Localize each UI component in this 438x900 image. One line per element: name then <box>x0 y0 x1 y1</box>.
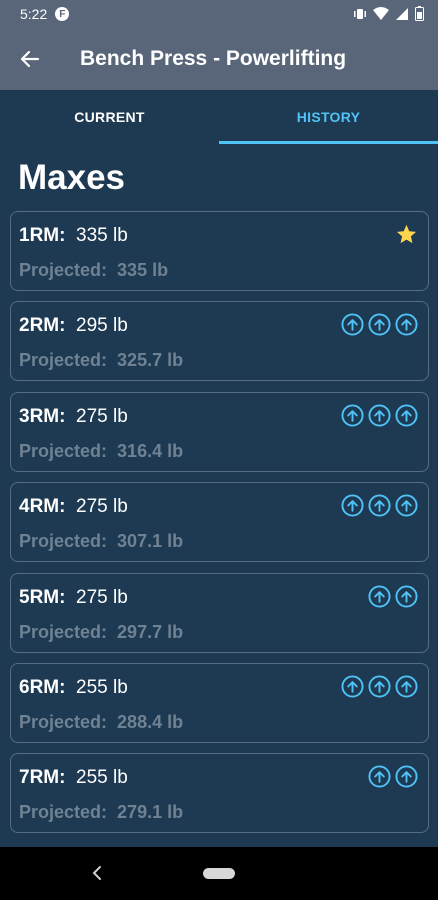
arrow-up-circle-icon <box>395 585 418 608</box>
arrow-up-circle-icon <box>395 494 418 517</box>
max-weight: 335 lb <box>76 225 128 246</box>
badges <box>341 313 418 336</box>
tab-current-label: CURRENT <box>74 109 145 125</box>
star-icon <box>396 224 417 244</box>
nav-home-pill[interactable] <box>203 868 235 879</box>
arrow-up-circle-icon <box>368 313 391 336</box>
projected-label: Projected: <box>19 711 108 732</box>
tab-history-label: HISTORY <box>296 109 361 125</box>
max-label: 2RM: <box>19 315 66 337</box>
max-label: 6RM: <box>19 676 66 698</box>
max-weight: 255 lb <box>76 676 128 698</box>
arrow-up-circle-icon <box>368 765 391 788</box>
projected-value: 307.1 lb <box>117 531 184 552</box>
status-time: 5:22 <box>20 6 48 22</box>
tab-active-indicator <box>219 141 438 144</box>
arrow-up-circle-icon <box>368 675 391 698</box>
max-label: 4RM: <box>19 496 66 518</box>
max-card-5rm[interactable]: 5RM: 275 lb Projected: 297.7 lb <box>10 572 429 653</box>
badges <box>341 675 418 698</box>
projected-value: 279.1 lb <box>117 802 184 823</box>
wifi-icon <box>373 6 389 20</box>
arrow-up-circle-icon <box>368 494 391 517</box>
max-card-2rm[interactable]: 2RM: 295 lb Projected: 325.7 lb <box>10 301 429 382</box>
max-weight: 275 lb <box>76 405 128 427</box>
arrow-left-icon <box>20 50 40 68</box>
projected-value: 325.7 lb <box>117 350 184 371</box>
projected-value: 288.4 lb <box>117 711 184 732</box>
arrow-up-circle-icon <box>368 404 391 427</box>
arrow-up-circle-icon <box>395 675 418 698</box>
max-weight: 295 lb <box>76 315 128 337</box>
signal-icon <box>396 7 408 20</box>
arrow-up-circle-icon <box>341 494 364 517</box>
badges <box>341 404 418 427</box>
max-label: 3RM: <box>19 405 66 427</box>
max-label: 7RM: <box>19 767 66 789</box>
max-weight: 275 lb <box>76 586 128 608</box>
app-bar: Bench Press - Powerlifting <box>0 28 438 90</box>
app-notification-icon: F <box>55 7 70 21</box>
max-label: 5RM: <box>19 586 66 608</box>
system-nav-bar <box>0 847 438 900</box>
max-label: 1RM: <box>19 225 66 246</box>
projected-label: Projected: <box>19 260 108 280</box>
projected-label: Projected: <box>19 802 108 823</box>
projected-label: Projected: <box>19 621 108 642</box>
arrow-up-circle-icon <box>395 404 418 427</box>
max-card-4rm[interactable]: 4RM: 275 lb Projected: 307.1 lb <box>10 482 429 563</box>
max-card-7rm[interactable]: 7RM: 255 lb Projected: 279.1 lb <box>10 753 429 834</box>
badges <box>368 765 418 788</box>
nav-back-icon[interactable] <box>88 863 108 883</box>
projected-value: 335 lb <box>117 260 169 280</box>
page-title: Bench Press - Powerlifting <box>80 47 347 70</box>
tab-bar: CURRENT HISTORY <box>0 90 438 144</box>
max-card-1rm[interactable]: 1RM: 335 lb Projected: 335 lb <box>10 211 429 291</box>
max-card-6rm[interactable]: 6RM: 255 lb Projected: 288.4 lb <box>10 662 429 743</box>
tab-current[interactable]: CURRENT <box>0 90 219 144</box>
arrow-up-circle-icon <box>368 585 391 608</box>
arrow-up-circle-icon <box>341 404 364 427</box>
max-weight: 275 lb <box>76 496 128 518</box>
back-button[interactable] <box>10 39 50 79</box>
arrow-up-circle-icon <box>395 313 418 336</box>
arrow-up-circle-icon <box>341 313 364 336</box>
arrow-up-circle-icon <box>341 675 364 698</box>
vibrate-icon <box>354 8 366 19</box>
section-title: Maxes <box>18 158 126 197</box>
status-icons <box>353 6 424 21</box>
tab-history[interactable]: HISTORY <box>219 90 438 144</box>
arrow-up-circle-icon <box>395 765 418 788</box>
badges <box>368 585 418 608</box>
badges <box>395 223 418 246</box>
max-card-3rm[interactable]: 3RM: 275 lb Projected: 316.4 lb <box>10 391 429 472</box>
projected-label: Projected: <box>19 531 108 552</box>
projected-value: 297.7 lb <box>117 621 184 642</box>
projected-label: Projected: <box>19 350 108 371</box>
maxes-list: 1RM: 335 lb Projected: 335 lb 2RM: 295 l… <box>10 211 429 844</box>
badges <box>341 494 418 517</box>
projected-value: 316.4 lb <box>117 440 184 461</box>
battery-icon <box>415 6 424 21</box>
max-weight: 255 lb <box>76 767 128 789</box>
status-bar: 5:22 F <box>0 0 438 28</box>
projected-label: Projected: <box>19 440 108 461</box>
